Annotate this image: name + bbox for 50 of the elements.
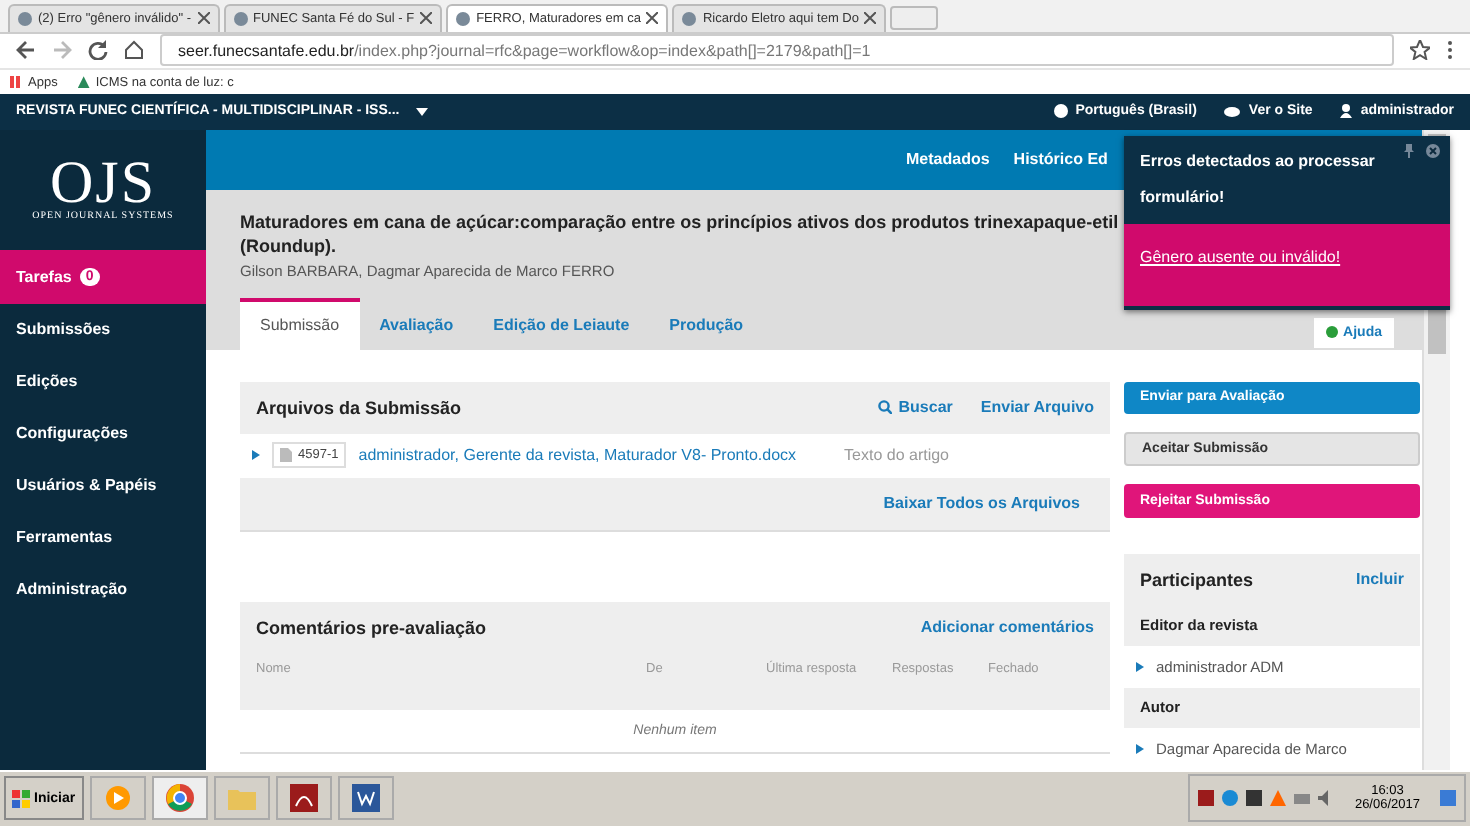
favicon-icon bbox=[682, 11, 697, 26]
home-icon[interactable] bbox=[124, 40, 144, 61]
back-icon[interactable] bbox=[16, 40, 36, 61]
nav-link[interactable]: Metadados bbox=[906, 150, 990, 169]
sidebar-item[interactable]: Edições bbox=[0, 355, 206, 408]
menu-icon[interactable] bbox=[1446, 40, 1454, 61]
workflow-tab[interactable]: Submissão bbox=[240, 297, 360, 350]
search-link[interactable]: Buscar bbox=[878, 398, 953, 417]
sidebar-item[interactable]: Configurações bbox=[0, 407, 206, 460]
reload-icon[interactable] bbox=[88, 40, 108, 61]
panel-title: Arquivos da Submissão bbox=[256, 397, 462, 418]
close-icon[interactable] bbox=[420, 12, 433, 25]
close-icon[interactable] bbox=[1426, 143, 1440, 158]
show-desktop-icon[interactable] bbox=[1440, 790, 1456, 807]
sidebar-item[interactable]: Ferramentas bbox=[0, 511, 206, 564]
error-link[interactable]: Gênero ausente ou inválido! bbox=[1140, 247, 1341, 266]
notification-title: Erros detectados ao processar formulário! bbox=[1140, 149, 1377, 210]
submission-title: Maturadores em cana de açúcar:comparação entre os princípios ativos dos produtos trinexapaque-etil (Roundup). bbox=[240, 209, 1120, 258]
word-icon[interactable] bbox=[337, 776, 394, 821]
search-icon bbox=[878, 400, 893, 415]
pdf-icon[interactable] bbox=[275, 776, 332, 821]
favicon-icon bbox=[456, 11, 471, 26]
address-field[interactable]: seer.funecsantafe.edu.br/index.php?journal=rfc&page=workflow&op=index&path[]=2179&path[]=1 bbox=[160, 34, 1394, 67]
star-icon[interactable] bbox=[1410, 40, 1430, 61]
favicon-icon bbox=[233, 11, 248, 26]
upload-link[interactable]: Enviar Arquivo bbox=[980, 398, 1094, 417]
chrome-icon[interactable] bbox=[151, 776, 208, 821]
sidebar-item[interactable]: Usuários & Papéis bbox=[0, 459, 206, 512]
nav-link[interactable]: Histórico Ed bbox=[1013, 150, 1108, 169]
expand-icon[interactable] bbox=[252, 450, 260, 461]
sidebar-item[interactable]: Administração bbox=[0, 563, 206, 616]
close-icon[interactable] bbox=[197, 12, 210, 25]
caret-icon[interactable] bbox=[415, 107, 428, 116]
download-all-link[interactable]: Baixar Todos os Arquivos bbox=[883, 494, 1080, 513]
help-icon bbox=[1325, 326, 1338, 339]
pin-icon[interactable] bbox=[1404, 143, 1414, 158]
file-type: Texto do artigo bbox=[844, 446, 950, 465]
close-icon[interactable] bbox=[646, 12, 659, 25]
panel-title: Participantes bbox=[1140, 569, 1254, 590]
expand-icon bbox=[1136, 661, 1144, 672]
favicon-icon bbox=[18, 11, 32, 26]
add-participant-link[interactable]: Incluir bbox=[1355, 570, 1404, 589]
panel-title: Comentários pre-avaliação bbox=[256, 617, 487, 638]
file-link[interactable]: administrador, Gerente da revista, Maturador V8- Pronto.docx bbox=[358, 446, 797, 465]
expand-icon bbox=[1136, 743, 1144, 754]
sidebar-item[interactable]: Submissões bbox=[0, 303, 206, 356]
close-icon[interactable] bbox=[864, 12, 877, 25]
add-comment-link[interactable]: Adicionar comentários bbox=[920, 618, 1094, 637]
windows-flag-icon bbox=[12, 789, 30, 808]
user-icon bbox=[1340, 104, 1353, 119]
